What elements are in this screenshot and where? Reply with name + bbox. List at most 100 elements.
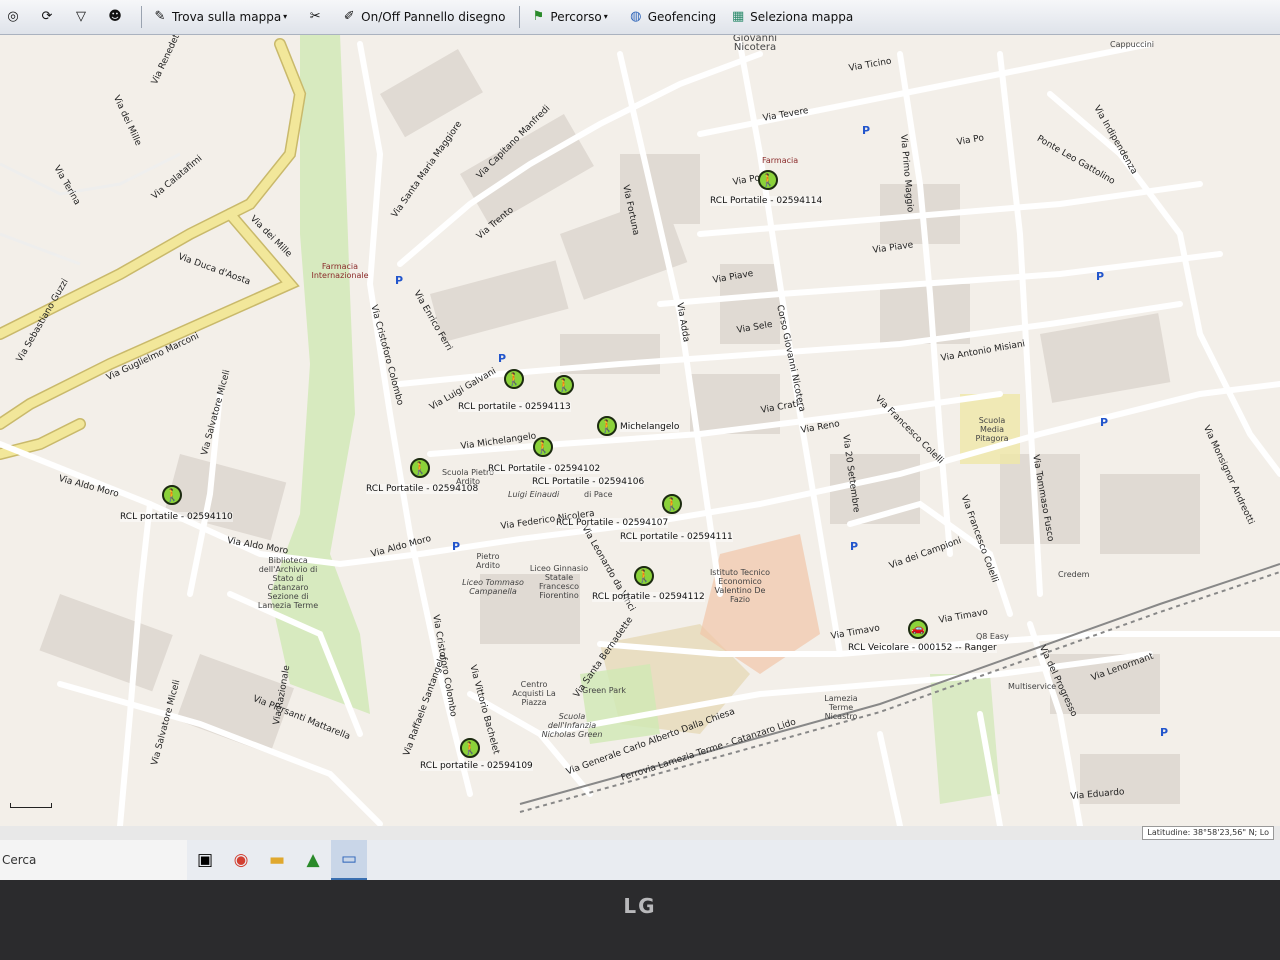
filter-icon: ▽ bbox=[76, 9, 86, 24]
taskbar-search[interactable]: Cerca bbox=[0, 840, 187, 880]
refresh-icon: ⟳ bbox=[41, 9, 53, 24]
chrome-icon[interactable]: ◉ bbox=[223, 840, 259, 880]
marker-walker-02594111[interactable]: 🚶 bbox=[662, 494, 682, 514]
poi-farmacia-internazionale: Farmacia Internazionale bbox=[311, 262, 369, 280]
poi-scuola-pitagora: Scuola Media Pitagora bbox=[975, 416, 1009, 443]
filter-button[interactable]: ▽ bbox=[68, 3, 98, 31]
poi-centro-piazza: Centro Acquisti La Piazza bbox=[512, 680, 556, 707]
parking-icon: P bbox=[862, 124, 871, 137]
map-canvas[interactable]: Via Renedetti Via dei Mille Via Terina V… bbox=[0, 27, 1280, 826]
marker-label: Michelangelo bbox=[620, 422, 680, 432]
parking-icon: P bbox=[1096, 270, 1105, 283]
marker-label: RCL Portatile - 02594108 bbox=[366, 484, 479, 494]
poi-di-pace: di Pace bbox=[584, 490, 613, 499]
poi-einaudi: Luigi Einaudi bbox=[508, 490, 560, 499]
scale-bar bbox=[10, 803, 52, 808]
parking-icon: P bbox=[395, 274, 404, 287]
marker-label: RCL portatile - 02594113 bbox=[458, 402, 571, 412]
walker-icon: 🚶 bbox=[506, 372, 522, 386]
poi-liceo-fiorentino: Liceo Ginnasio Statale Francesco Fiorent… bbox=[529, 564, 589, 600]
walker-icon: 🚶 bbox=[462, 741, 478, 755]
marker-label: RCL portatile - 02594111 bbox=[620, 532, 733, 542]
poi-farmacia: Farmacia bbox=[762, 156, 799, 165]
walker-icon: 🚶 bbox=[664, 497, 680, 511]
poi-scuola-green: Scuola dell'Infanzia Nicholas Green bbox=[541, 712, 603, 739]
tools-button[interactable]: ✂ bbox=[302, 3, 332, 31]
marker-walker-michelangelo[interactable]: 🚶 bbox=[597, 416, 617, 436]
geofencing-button[interactable]: ◍ Geofencing bbox=[623, 3, 721, 31]
marker-vehicle-000152[interactable]: 🚗 bbox=[908, 619, 928, 639]
route-label: Percorso bbox=[550, 10, 602, 24]
marker-label: RCL Veicolare - 000152 -- Ranger bbox=[848, 643, 997, 653]
remote-desktop-icon[interactable]: ▭ bbox=[331, 840, 367, 880]
parking-icon: P bbox=[452, 540, 461, 553]
parking-icon: P bbox=[1100, 416, 1109, 429]
geofencing-label: Geofencing bbox=[647, 10, 717, 24]
toolbar-separator bbox=[141, 6, 142, 28]
marker-walker-02594112[interactable]: 🚶 bbox=[634, 566, 654, 586]
marker-walker-02594113-b[interactable]: 🚶 bbox=[554, 375, 574, 395]
chevron-down-icon: ▾ bbox=[283, 12, 288, 21]
file-explorer-icon[interactable]: ▬ bbox=[259, 840, 295, 880]
marker-label: RCL portatile - 02594109 bbox=[420, 761, 533, 771]
pen-icon: ✐ bbox=[343, 9, 355, 24]
coordinates-readout: Latitudine: 38°58'23,56" N; Lo bbox=[1142, 826, 1274, 840]
pencil-icon: ✎ bbox=[154, 9, 166, 24]
car-icon: 🚗 bbox=[911, 622, 925, 635]
poi-pietro-ardito: Pietro Ardito bbox=[476, 552, 500, 570]
marker-walker-02594114[interactable]: 🚶 bbox=[758, 170, 778, 190]
marker-walker-02594109[interactable]: 🚶 bbox=[460, 738, 480, 758]
refresh-button[interactable]: ⟳ bbox=[34, 3, 64, 31]
marker-label: RCL Portatile - 02594114 bbox=[710, 196, 823, 206]
target-icon: ◎ bbox=[7, 9, 19, 24]
select-map-button[interactable]: ▦ Seleziona mappa bbox=[725, 3, 858, 31]
google-drive-icon[interactable]: ▲ bbox=[295, 840, 331, 880]
marker-walker-02594110[interactable]: 🚶 bbox=[162, 485, 182, 505]
parking-icon: P bbox=[850, 540, 859, 553]
poi-multiservice: Multiservice bbox=[1008, 682, 1057, 691]
walker-icon: 🚶 bbox=[164, 488, 180, 502]
marker-label: RCL Portatile - 02594102 bbox=[488, 464, 601, 474]
person-button[interactable]: ☻ bbox=[102, 3, 132, 31]
poi-cappuccini: Cappuccini bbox=[1110, 40, 1155, 49]
globe-icon: ◍ bbox=[630, 9, 642, 24]
find-on-map-label: Trova sulla mappa bbox=[172, 10, 282, 24]
toolbar-separator bbox=[519, 6, 521, 28]
toggle-draw-panel-button[interactable]: ✐ On/Off Pannello disegno bbox=[336, 3, 510, 31]
walker-icon: 🚶 bbox=[636, 569, 652, 583]
poi-stazione: Lamezia Terme Nicastro bbox=[824, 694, 858, 721]
marker-label: RCL Portatile - 02594106 bbox=[532, 477, 645, 487]
person-icon: ☻ bbox=[108, 9, 122, 24]
monitor-logo: LG bbox=[623, 894, 657, 918]
marker-label: RCL portatile - 02594112 bbox=[592, 592, 705, 602]
poi-green-park: Green Park bbox=[582, 686, 627, 695]
marker-label: RCL Portatile - 02594107 bbox=[556, 518, 669, 528]
poi-credem: Credem bbox=[1058, 570, 1090, 579]
tools-icon: ✂ bbox=[309, 9, 321, 24]
parking-icon: P bbox=[1160, 726, 1169, 739]
walker-icon: 🚶 bbox=[412, 461, 428, 475]
poi-istituto-tecnico: Istituto Tecnico Economico Valentino De … bbox=[709, 568, 771, 604]
windows-taskbar: Cerca ▣ ◉ ▬ ▲ ▭ bbox=[0, 840, 1280, 880]
marker-walker-02594108[interactable]: 🚶 bbox=[410, 458, 430, 478]
chevron-down-icon: ▾ bbox=[603, 12, 608, 21]
map-toolbar: ◎ ⟳ ▽ ☻ ✎ Trova sulla mappa ▾ ✂ ✐ On/Off… bbox=[0, 0, 1280, 35]
target-button[interactable]: ◎ bbox=[0, 3, 30, 31]
route-button[interactable]: ⚑ Percorso ▾ bbox=[525, 3, 618, 31]
find-on-map-button[interactable]: ✎ Trova sulla mappa ▾ bbox=[147, 3, 298, 31]
walker-icon: 🚶 bbox=[556, 378, 572, 392]
marker-walker-02594102[interactable]: 🚶 bbox=[533, 437, 553, 457]
walker-icon: 🚶 bbox=[535, 440, 551, 454]
task-view-icon[interactable]: ▣ bbox=[187, 840, 223, 880]
marker-label: RCL portatile - 02594110 bbox=[120, 512, 233, 522]
walker-icon: 🚶 bbox=[599, 419, 615, 433]
poi-biblioteca: Biblioteca dell'Archivio di Stato di Cat… bbox=[257, 556, 319, 610]
poi-giovanni-nicotera: Giovanni Nicotera bbox=[732, 33, 778, 53]
search-label: Cerca bbox=[2, 853, 37, 867]
marker-walker-02594113-a[interactable]: 🚶 bbox=[504, 369, 524, 389]
select-map-label: Seleziona mappa bbox=[750, 10, 854, 24]
screen: ◎ ⟳ ▽ ☻ ✎ Trova sulla mappa ▾ ✂ ✐ On/Off… bbox=[0, 0, 1280, 880]
map-icon: ▦ bbox=[731, 9, 745, 24]
poi-q8: Q8 Easy bbox=[976, 632, 1009, 641]
walker-icon: 🚶 bbox=[760, 173, 776, 187]
